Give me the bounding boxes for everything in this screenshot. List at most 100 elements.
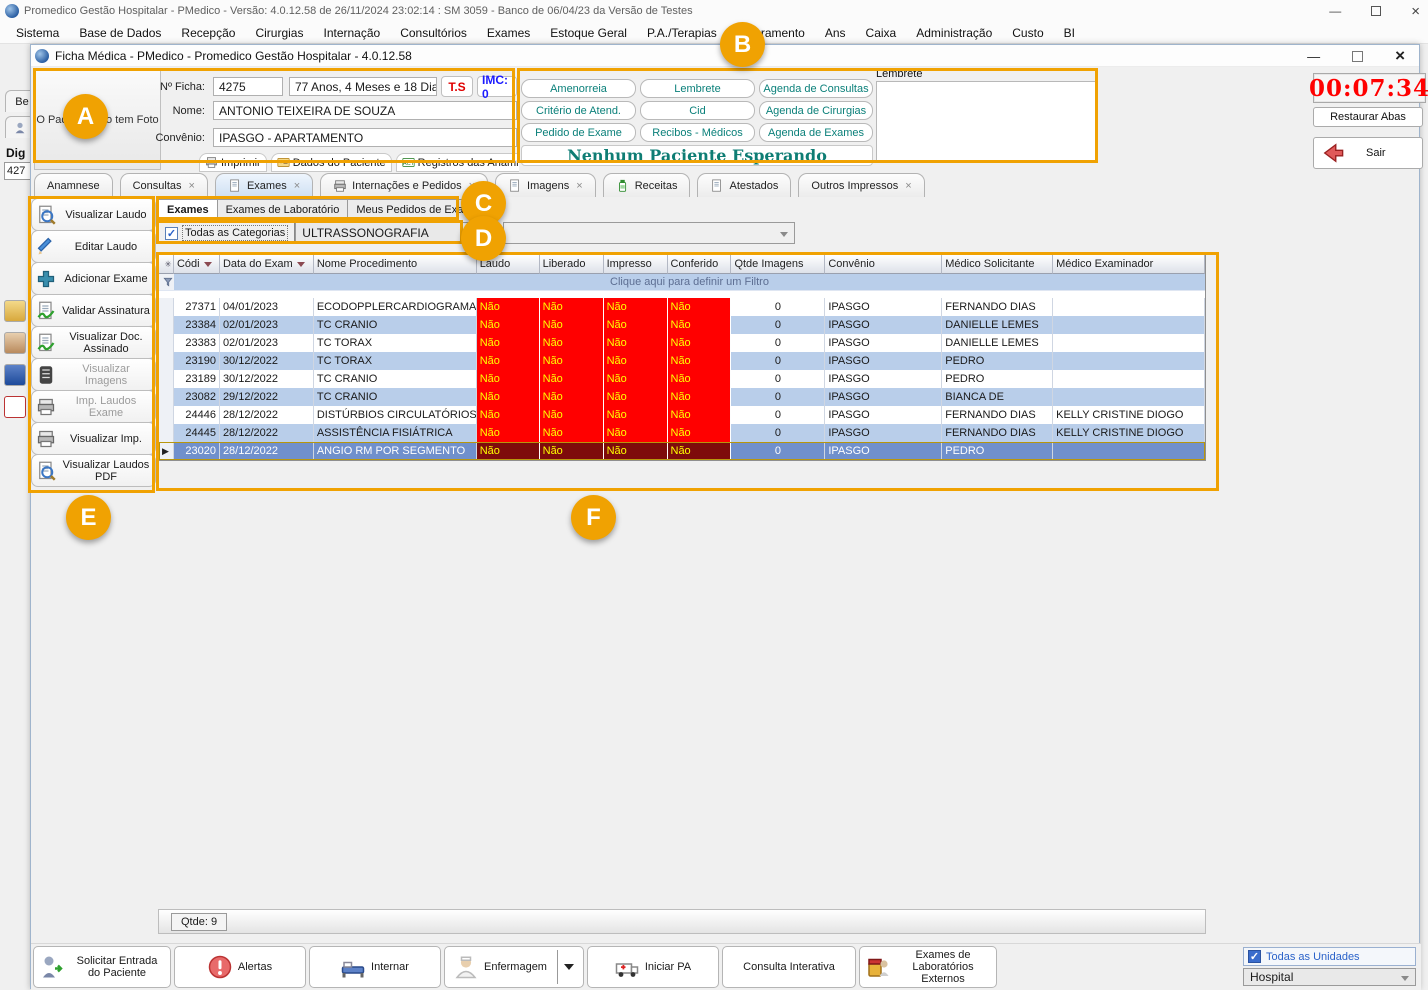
cell-status[interactable]: Não	[476, 352, 540, 370]
cell-codigo[interactable]: 23082	[174, 388, 220, 406]
cell-status[interactable]: Não	[603, 388, 668, 406]
menu-item-internacao[interactable]: Internação	[313, 26, 390, 40]
column-header-liberado[interactable]: Liberado	[539, 255, 604, 274]
todas-unidades-checkbox[interactable]: ✓ Todas as Unidades	[1243, 947, 1416, 966]
close-button[interactable]: ×	[1411, 3, 1420, 20]
cell-convenio[interactable]: IPASGO	[825, 406, 943, 424]
maximize-button[interactable]	[1371, 6, 1382, 16]
cell-medico-solicitante[interactable]: BIANCA DE	[942, 388, 1054, 406]
sort-arrow-icon[interactable]	[203, 261, 212, 267]
cell-status[interactable]: Não	[476, 370, 540, 388]
cell-convenio[interactable]: IPASGO	[825, 370, 943, 388]
cell-status[interactable]: Não	[603, 298, 668, 316]
cell-convenio[interactable]: IPASGO	[825, 424, 943, 442]
cell-qtde-imagens[interactable]: 0	[731, 316, 826, 334]
restaurar-abas-button[interactable]: Restaurar Abas	[1313, 107, 1423, 127]
tab-close-icon[interactable]: ×	[905, 180, 911, 192]
cell-status[interactable]: Não	[603, 370, 668, 388]
cell-status[interactable]: Não	[603, 406, 668, 424]
filter-hint[interactable]: Clique aqui para definir um Filtro	[173, 274, 1205, 291]
minimize-button[interactable]: —	[1329, 4, 1341, 18]
convenio-field[interactable]: IPASGO - APARTAMENTO	[213, 128, 517, 147]
cell-status[interactable]: Não	[476, 298, 540, 316]
ficha-maximize-button[interactable]	[1352, 50, 1364, 62]
row-indicator[interactable]	[159, 388, 174, 406]
row-indicator[interactable]	[159, 370, 174, 388]
cell-medico-examinador[interactable]	[1053, 370, 1205, 388]
menu-item-estoque-geral[interactable]: Estoque Geral	[540, 26, 637, 40]
cell-status[interactable]: Não	[476, 406, 540, 424]
table-row[interactable]: 23383 02/01/2023 TC TORAX Não Não Não Não 0 IPAS…	[159, 334, 1205, 352]
sort-arrow-icon[interactable]	[296, 261, 305, 267]
cell-status[interactable]: Não	[476, 334, 540, 352]
cell-status[interactable]: Não	[476, 442, 540, 460]
cell-codigo[interactable]: 23190	[174, 352, 220, 370]
cell-procedimento[interactable]: ECODOPPLERCARDIOGRAMA	[314, 298, 477, 316]
table-row[interactable]: 23189 30/12/2022 TC CRANIO Não Não Não Não 0 IPA…	[159, 370, 1205, 388]
cell-data-exame[interactable]: 30/12/2022	[220, 370, 314, 388]
quick-button-criterio-de-atend[interactable]: Critério de Atend.	[521, 101, 636, 120]
cell-qtde-imagens[interactable]: 0	[731, 298, 826, 316]
ficha-close-button[interactable]: ×	[1395, 46, 1405, 66]
cell-data-exame[interactable]: 28/12/2022	[220, 424, 314, 442]
ts-button[interactable]: T.S	[441, 76, 473, 97]
cell-procedimento[interactable]: TC CRANIO	[314, 316, 477, 334]
cell-codigo[interactable]: 23020	[174, 442, 220, 460]
tab-close-icon[interactable]: ×	[576, 180, 582, 192]
quick-button-recibos-medicos[interactable]: Recibos - Médicos	[640, 123, 755, 142]
cell-codigo[interactable]: 23189	[174, 370, 220, 388]
footer-button-exames-de-laboratorios-externos[interactable]: Exames de Laboratórios Externos	[859, 946, 997, 988]
cell-medico-solicitante[interactable]: PEDRO	[942, 352, 1054, 370]
lembrete-textarea[interactable]	[876, 81, 1098, 163]
secondary-category-select[interactable]	[503, 222, 796, 244]
column-header-conferido[interactable]: Conferido	[667, 255, 732, 274]
footer-button-consulta-interativa[interactable]: Consulta Interativa	[722, 946, 856, 988]
cell-status[interactable]: Não	[667, 352, 732, 370]
menu-item-custo[interactable]: Custo	[1002, 26, 1053, 40]
column-header-data-do-exam[interactable]: Data do Exam	[219, 255, 314, 274]
quick-button-agenda-de-cirurgias[interactable]: Agenda de Cirurgias	[759, 101, 873, 120]
quick-button-amenorreia[interactable]: Amenorreia	[521, 79, 636, 98]
row-indicator[interactable]	[159, 352, 174, 370]
cell-status[interactable]: Não	[476, 316, 540, 334]
nome-field[interactable]: ANTONIO TEIXEIRA DE SOUZA	[213, 101, 517, 120]
cell-medico-solicitante[interactable]: PEDRO	[942, 442, 1054, 460]
menu-item-administracao[interactable]: Administração	[906, 26, 1002, 40]
table-row[interactable]: 23082 29/12/2022 TC CRANIO Não Não Não Não 0 IPA…	[159, 388, 1205, 406]
footer-button-internar[interactable]: Internar	[309, 946, 441, 988]
footer-button-solicitar-entrada-do-paciente[interactable]: Solicitar Entrada do Paciente	[33, 946, 171, 988]
row-indicator[interactable]	[159, 334, 174, 352]
cell-codigo[interactable]: 24446	[174, 406, 220, 424]
row-indicator[interactable]	[159, 316, 174, 334]
column-header-convenio[interactable]: Convênio	[825, 255, 943, 274]
row-indicator[interactable]	[159, 424, 174, 442]
cell-status[interactable]: Não	[476, 424, 540, 442]
patient-action-imprimir[interactable]: Imprimir	[199, 153, 267, 172]
cell-status[interactable]: Não	[667, 316, 732, 334]
sidebar-button-visualizar-laudo[interactable]: Visualizar Laudo	[31, 198, 156, 231]
sidebar-button-adicionar-exame[interactable]: Adicionar Exame	[31, 262, 156, 295]
table-row[interactable]: 27371 04/01/2023 ECODOPPLERCARDIOGRAMA Não N…	[159, 298, 1205, 316]
cell-medico-examinador[interactable]	[1053, 316, 1205, 334]
cell-status[interactable]: Não	[539, 406, 604, 424]
table-row[interactable]: 23384 02/01/2023 TC CRANIO Não Não Não Não 0 IPA…	[159, 316, 1205, 334]
cell-data-exame[interactable]: 04/01/2023	[220, 298, 314, 316]
footer-button-iniciar-pa[interactable]: Iniciar PA	[587, 946, 719, 988]
tab-anamnese[interactable]: Anamnese	[34, 173, 113, 197]
cell-procedimento[interactable]: TC CRANIO	[314, 370, 477, 388]
tab-atestados[interactable]: Atestados	[697, 173, 792, 197]
cell-qtde-imagens[interactable]: 0	[731, 370, 826, 388]
ficha-number-field[interactable]: 4275	[213, 77, 283, 96]
sidebar-button-visualizar-imp[interactable]: Visualizar Imp.	[31, 422, 156, 455]
cell-medico-examinador[interactable]	[1053, 388, 1205, 406]
column-header-qtde-imagens[interactable]: Qtde Imagens	[731, 255, 826, 274]
cell-status[interactable]: Não	[667, 370, 732, 388]
sidebar-button-visualizar-laudos-pdf[interactable]: Visualizar Laudos PDF	[31, 454, 156, 487]
cell-status[interactable]: Não	[667, 442, 732, 460]
menu-item-recepcao[interactable]: Recepção	[171, 26, 245, 40]
cell-codigo[interactable]: 24445	[174, 424, 220, 442]
cell-status[interactable]: Não	[667, 298, 732, 316]
tab-outros-impressos[interactable]: Outros Impressos ×	[798, 173, 925, 197]
cell-data-exame[interactable]: 28/12/2022	[220, 406, 314, 424]
cell-data-exame[interactable]: 29/12/2022	[220, 388, 314, 406]
